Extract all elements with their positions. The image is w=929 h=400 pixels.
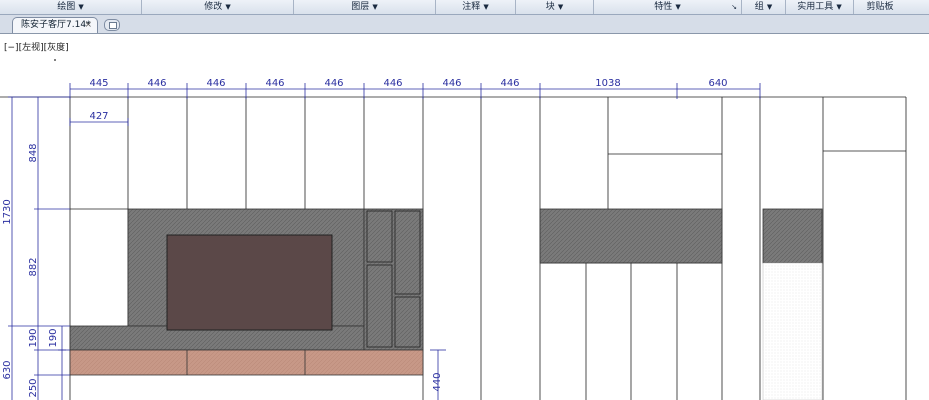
lower-door-panels	[540, 262, 722, 400]
ribbon-panel-utilities[interactable]: 实用工具 ▼	[786, 0, 854, 14]
ribbon-panel-label: 特性	[654, 2, 673, 12]
ribbon-panel-label: 组	[754, 2, 764, 12]
ribbon-panel-draw[interactable]: 绘图 ▼	[0, 0, 142, 14]
ribbon-panel-label: 剪贴板	[866, 2, 894, 12]
ribbon-panel-properties[interactable]: 特性 ▼ ↘	[594, 0, 742, 14]
dropdown-arrow-icon: ▼	[766, 3, 773, 11]
document-tab[interactable]: 陈安子客厅7.14* ×	[12, 17, 98, 33]
dimension-label: 250	[28, 378, 39, 397]
dimension-label: 446	[147, 78, 166, 89]
dimension-label: 1730	[2, 199, 13, 224]
dimension-label: 440	[432, 372, 443, 391]
dimension-label: 640	[708, 78, 727, 89]
wood-trim-band	[69, 349, 424, 376]
dimension-label: 427	[89, 111, 108, 122]
ribbon-panel-block[interactable]: 块 ▼	[516, 0, 594, 14]
close-icon[interactable]: ×	[84, 18, 92, 33]
dropdown-arrow-icon: ▼	[557, 3, 564, 11]
ribbon-panel-annotation[interactable]: 注释 ▼	[436, 0, 516, 14]
dropdown-arrow-icon: ▼	[675, 3, 681, 11]
dimension-label: 446	[324, 78, 343, 89]
ribbon-panel-label: 绘图	[57, 2, 76, 12]
dimension-label: 882	[28, 257, 39, 276]
dimension-label: 446	[265, 78, 284, 89]
dimension-label: 190	[28, 328, 39, 347]
dimension-label: 630	[2, 360, 13, 379]
ribbon-panel-label: 图层	[351, 2, 370, 12]
tv-screen	[166, 234, 333, 331]
ribbon-panel-modify[interactable]: 修改 ▼	[142, 0, 294, 14]
dropdown-arrow-icon: ▼	[225, 3, 231, 11]
ribbon-panel-bar: 绘图 ▼ 修改 ▼ 图层 ▼ 注释 ▼ 块 ▼ 特性 ▼ ↘ 组 ▼ 实用工具 ▼ 剪贴板	[0, 0, 929, 15]
dropdown-arrow-icon: ▼	[836, 3, 842, 11]
dimension-label: 446	[206, 78, 225, 89]
drawing-canvas[interactable]: 445 446 446 446 446 446 446 446 1038 640…	[0, 34, 929, 400]
dropdown-arrow-icon: ▼	[483, 3, 489, 11]
panel-launcher-icon[interactable]: ↘	[731, 0, 737, 14]
ribbon-panel-label: 注释	[462, 2, 481, 12]
display-niche-panel-small	[762, 208, 823, 264]
dimension-label: 446	[500, 78, 519, 89]
dimension-label: 190	[48, 328, 59, 347]
dropdown-arrow-icon: ▼	[372, 3, 378, 11]
ribbon-panel-label: 块	[545, 2, 555, 12]
dimension-label: 848	[28, 143, 39, 162]
ribbon-panel-clipboard[interactable]: 剪贴板	[854, 0, 906, 14]
dimension-label: 1038	[595, 78, 620, 89]
ribbon-panel-group[interactable]: 组 ▼	[742, 0, 786, 14]
new-drawing-icon[interactable]	[104, 19, 120, 31]
ribbon-panel-label: 修改	[204, 2, 223, 12]
glass-panel	[762, 262, 823, 400]
document-tab-label: 陈安子客厅7.14*	[21, 20, 91, 30]
ribbon-panel-layers[interactable]: 图层 ▼	[294, 0, 436, 14]
top-dimension-line	[69, 83, 761, 126]
document-tab-bar: 陈安子客厅7.14* ×	[0, 15, 929, 34]
dropdown-arrow-icon: ▼	[78, 3, 84, 11]
dimension-label: 445	[89, 78, 108, 89]
dimension-label: 446	[383, 78, 402, 89]
dimension-label: 446	[442, 78, 461, 89]
display-niche-panel	[539, 208, 723, 264]
ribbon-panel-label: 实用工具	[797, 2, 834, 12]
left-dimension-line	[8, 96, 70, 400]
